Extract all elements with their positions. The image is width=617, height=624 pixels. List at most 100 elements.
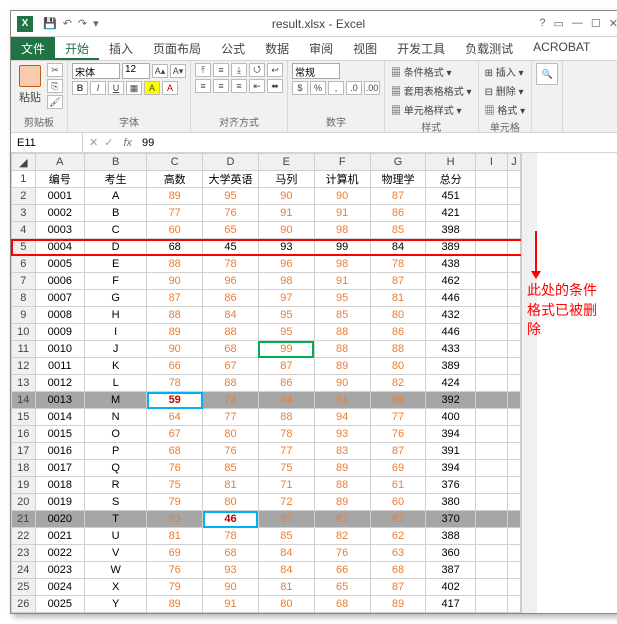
cell[interactable]: 94 bbox=[314, 409, 370, 426]
cell[interactable]: 87 bbox=[258, 358, 314, 375]
cell[interactable]: 0014 bbox=[35, 409, 84, 426]
name-box[interactable]: E11 bbox=[11, 133, 83, 152]
cell[interactable]: 90 bbox=[147, 341, 203, 358]
tab-home[interactable]: 开始 bbox=[55, 37, 99, 60]
row-header[interactable]: 25 bbox=[12, 579, 36, 596]
col-header-B[interactable]: B bbox=[85, 154, 147, 171]
cell[interactable] bbox=[475, 392, 507, 409]
cell[interactable] bbox=[508, 426, 521, 443]
cell[interactable]: 0025 bbox=[35, 596, 84, 613]
cell[interactable]: 95 bbox=[203, 188, 259, 205]
cell[interactable]: 78 bbox=[203, 256, 259, 273]
cell[interactable]: 59 bbox=[147, 392, 203, 409]
cell[interactable] bbox=[508, 307, 521, 324]
cell[interactable]: D bbox=[85, 239, 147, 256]
cell[interactable] bbox=[508, 324, 521, 341]
row-header[interactable]: 22 bbox=[12, 528, 36, 545]
cell[interactable] bbox=[475, 596, 507, 613]
cell[interactable]: O bbox=[85, 426, 147, 443]
cell[interactable]: 81 bbox=[258, 579, 314, 596]
cell[interactable]: 376 bbox=[426, 477, 475, 494]
cell[interactable]: J bbox=[85, 341, 147, 358]
row-header[interactable]: 23 bbox=[12, 545, 36, 562]
cell[interactable] bbox=[475, 290, 507, 307]
cell[interactable]: 66 bbox=[147, 358, 203, 375]
cell[interactable]: 82 bbox=[370, 375, 426, 392]
cell[interactable]: F bbox=[85, 273, 147, 290]
cell[interactable]: 86 bbox=[370, 324, 426, 341]
format-painter-icon[interactable]: 🖌 bbox=[47, 95, 63, 109]
increase-font-icon[interactable]: A▴ bbox=[152, 64, 168, 78]
cell[interactable]: 物理学 bbox=[370, 171, 426, 188]
cell[interactable]: 0018 bbox=[35, 477, 84, 494]
align-middle-icon[interactable]: ≡ bbox=[213, 63, 229, 77]
tab-file[interactable]: 文件 bbox=[11, 37, 55, 60]
cell[interactable]: 86 bbox=[203, 290, 259, 307]
cell[interactable]: 81 bbox=[370, 290, 426, 307]
fx-icon[interactable]: fx bbox=[119, 137, 136, 149]
cell[interactable] bbox=[508, 273, 521, 290]
cell[interactable]: 69 bbox=[370, 460, 426, 477]
cell[interactable]: 60 bbox=[147, 222, 203, 239]
cell[interactable]: 68 bbox=[147, 443, 203, 460]
cell[interactable]: C bbox=[85, 222, 147, 239]
cell[interactable] bbox=[475, 562, 507, 579]
cell[interactable]: 78 bbox=[147, 375, 203, 392]
cell[interactable] bbox=[508, 579, 521, 596]
cell[interactable] bbox=[508, 392, 521, 409]
cell[interactable]: 398 bbox=[426, 222, 475, 239]
cell[interactable]: 79 bbox=[147, 579, 203, 596]
tab-load[interactable]: 负载测试 bbox=[455, 37, 523, 60]
cell[interactable]: 87 bbox=[370, 273, 426, 290]
cell[interactable]: 91 bbox=[314, 273, 370, 290]
cell[interactable]: 0007 bbox=[35, 290, 84, 307]
cell[interactable]: 0009 bbox=[35, 324, 84, 341]
spreadsheet-grid[interactable]: ◢ABCDEFGHIJ1编号考生高数大学英语马列计算机物理学总分20001A89… bbox=[11, 153, 521, 613]
cell[interactable] bbox=[475, 545, 507, 562]
cell[interactable]: 0015 bbox=[35, 426, 84, 443]
fill-color-icon[interactable]: A bbox=[144, 81, 160, 95]
paste-button[interactable]: 粘贴 bbox=[15, 63, 45, 107]
cell[interactable]: 81 bbox=[147, 528, 203, 545]
bold-button[interactable]: B bbox=[72, 81, 88, 95]
cell[interactable]: 87 bbox=[370, 443, 426, 460]
col-header-F[interactable]: F bbox=[314, 154, 370, 171]
cell[interactable]: 84 bbox=[258, 562, 314, 579]
cell[interactable]: 462 bbox=[426, 273, 475, 290]
enter-formula-icon[interactable]: ✓ bbox=[104, 136, 113, 149]
row-header[interactable]: 7 bbox=[12, 273, 36, 290]
cell[interactable] bbox=[475, 579, 507, 596]
cell[interactable]: 97 bbox=[258, 290, 314, 307]
cell[interactable]: 0001 bbox=[35, 188, 84, 205]
cell[interactable]: 96 bbox=[203, 273, 259, 290]
dec-decimal-icon[interactable]: .00 bbox=[364, 81, 380, 95]
row-header[interactable]: 16 bbox=[12, 426, 36, 443]
cell[interactable]: 89 bbox=[147, 324, 203, 341]
cell[interactable]: 0005 bbox=[35, 256, 84, 273]
cell[interactable]: 90 bbox=[203, 579, 259, 596]
cell[interactable] bbox=[508, 409, 521, 426]
cell[interactable]: Q bbox=[85, 460, 147, 477]
cell[interactable] bbox=[508, 528, 521, 545]
tab-formulas[interactable]: 公式 bbox=[211, 37, 255, 60]
cell[interactable]: 91 bbox=[314, 392, 370, 409]
row-header[interactable]: 5 bbox=[12, 239, 36, 256]
cancel-formula-icon[interactable]: ✕ bbox=[89, 136, 98, 149]
font-size-select[interactable]: 12 bbox=[122, 63, 150, 79]
cell[interactable] bbox=[508, 358, 521, 375]
row-header[interactable]: 21 bbox=[12, 511, 36, 528]
ribbon-collapse-icon[interactable]: ▭ bbox=[554, 17, 564, 30]
cell[interactable]: 88 bbox=[314, 341, 370, 358]
cell[interactable]: V bbox=[85, 545, 147, 562]
cell[interactable]: 73 bbox=[203, 392, 259, 409]
cell[interactable] bbox=[508, 375, 521, 392]
tab-layout[interactable]: 页面布局 bbox=[143, 37, 211, 60]
vertical-scrollbar[interactable] bbox=[521, 153, 537, 613]
cell[interactable]: 83 bbox=[314, 443, 370, 460]
col-header-H[interactable]: H bbox=[426, 154, 475, 171]
cell[interactable]: 76 bbox=[147, 562, 203, 579]
cell[interactable]: 87 bbox=[370, 579, 426, 596]
close-icon[interactable]: ✕ bbox=[609, 17, 617, 30]
cut-icon[interactable]: ✂ bbox=[47, 63, 63, 77]
cell[interactable]: 84 bbox=[370, 239, 426, 256]
